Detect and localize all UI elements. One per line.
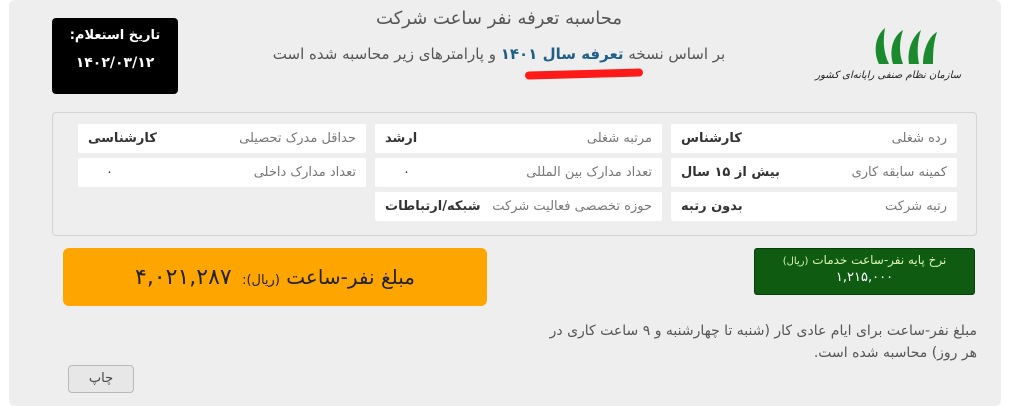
param-value: ارشد — [385, 131, 418, 146]
param-min-degree: حداقل مدرک تحصیلی کارشناسی — [78, 124, 366, 153]
subtitle-suffix: و پارامترهای زیر محاسبه شده است — [272, 45, 496, 63]
subtitle-prefix: بر اساس نسخه — [628, 45, 726, 63]
param-domestic-certs: تعداد مدارک داخلی ۰ — [78, 158, 366, 187]
param-value: کارشناسی — [88, 131, 157, 146]
param-intl-certs: تعداد مدارک بین المللی ۰ — [375, 158, 662, 187]
param-label: حوزه تخصصی فعالیت شرکت — [492, 199, 652, 214]
calculation-note: مبلغ نفر-ساعت برای ایام عادی کار (شنبه ت… — [549, 323, 977, 361]
parameters-box: رده شغلی کارشناس مرتبه شغلی ارشد حداقل م… — [52, 112, 977, 236]
tariff-panel: سازمان نظام صنفی رایانه‌ای کشور محاسبه ت… — [9, 0, 1001, 406]
inquiry-date-value: ۱۴۰۲/۰۳/۱۲ — [75, 55, 155, 71]
param-label: رتبه شرکت — [885, 199, 947, 214]
param-min-experience: کمینه سابقه کاری بیش از ۱۵ سال — [671, 158, 957, 187]
organization-logo: سازمان نظام صنفی رایانه‌ای کشور — [815, 24, 961, 94]
param-value: ۰ — [106, 165, 113, 180]
param-value: بدون رتبه — [681, 199, 743, 214]
param-specialty: حوزه تخصصی فعالیت شرکت شبکه/ارتباطات — [375, 192, 662, 221]
param-label: حداقل مدرک تحصیلی — [239, 131, 356, 146]
hourly-amount-box: مبلغ نفر-ساعت (ریال): ۴,۰۲۱,۲۸۷ — [63, 248, 487, 306]
param-value: بیش از ۱۵ سال — [681, 165, 780, 180]
param-label: رده شغلی — [891, 131, 947, 146]
base-rate-unit: (ریال) — [782, 256, 809, 267]
param-company-rank: رتبه شرکت بدون رتبه — [671, 192, 957, 221]
amount-label: مبلغ نفر-ساعت — [286, 265, 415, 289]
inquiry-date-label: تاریخ استعلام: — [69, 28, 161, 43]
base-rate-box: نرخ پایه نفر-ساعت خدمات (ریال) ۱,۲۱۵,۰۰۰ — [754, 248, 975, 295]
amount-value: ۴,۰۲۱,۲۸۷ — [135, 265, 232, 290]
param-label: مرتبه شغلی — [586, 131, 652, 146]
amount-unit: (ریال): — [242, 273, 280, 288]
red-underline-annotation — [524, 68, 644, 80]
print-button[interactable]: چاپ — [68, 365, 134, 393]
page-title: محاسبه تعرفه نفر ساعت شرکت — [376, 8, 622, 29]
param-value: کارشناس — [681, 131, 742, 146]
param-value: شبکه/ارتباطات — [385, 199, 481, 214]
param-job-rank: رده شغلی کارشناس — [671, 124, 957, 153]
logo-text: سازمان نظام صنفی رایانه‌ای کشور — [815, 70, 961, 81]
param-job-level: مرتبه شغلی ارشد — [375, 124, 662, 153]
logo-emblem-icon — [875, 28, 937, 64]
param-label: تعداد مدارک داخلی — [253, 165, 356, 180]
tariff-version-highlight: تعرفه سال ۱۴۰۱ — [500, 45, 624, 63]
page-subtitle: بر اساس نسخه تعرفه سال ۱۴۰۱ و پارامترهای… — [239, 45, 759, 63]
inquiry-date-box: تاریخ استعلام: ۱۴۰۲/۰۳/۱۲ — [52, 18, 178, 94]
base-rate-label: نرخ پایه نفر-ساعت خدمات — [812, 253, 947, 267]
param-label: کمینه سابقه کاری — [851, 165, 947, 180]
param-label: تعداد مدارک بین المللی — [526, 165, 652, 180]
base-rate-value: ۱,۲۱۵,۰۰۰ — [835, 270, 894, 285]
base-rate-label-line: نرخ پایه نفر-ساعت خدمات (ریال) — [755, 253, 974, 267]
param-value: ۰ — [403, 165, 410, 180]
